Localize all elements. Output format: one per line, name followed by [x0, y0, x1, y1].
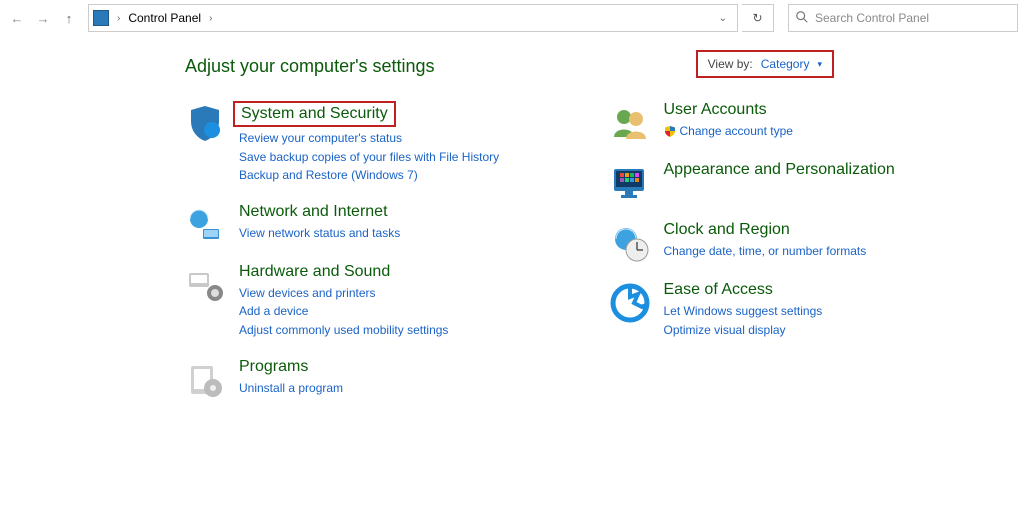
shield-icon [664, 124, 676, 143]
system-security-icon [185, 103, 225, 143]
category-system-security: System and Security Review your computer… [185, 101, 580, 185]
category-link[interactable]: Change account type [664, 122, 793, 143]
chevron-right-icon[interactable]: › [207, 13, 214, 24]
category-title-ease-of-access[interactable]: Ease of Access [664, 281, 773, 299]
chevron-down-icon[interactable]: ▾ [817, 59, 822, 70]
category-appearance-personalization: Appearance and Personalization [610, 161, 1005, 203]
category-title-appearance[interactable]: Appearance and Personalization [664, 161, 895, 179]
category-title-programs[interactable]: Programs [239, 358, 308, 376]
category-link[interactable]: Optimize visual display [664, 321, 823, 340]
category-link[interactable]: Uninstall a program [239, 379, 343, 398]
category-link[interactable]: Save backup copies of your files with Fi… [239, 148, 499, 167]
category-link[interactable]: Backup and Restore (Windows 7) [239, 166, 499, 185]
category-title-clock-region[interactable]: Clock and Region [664, 221, 790, 239]
search-icon [795, 10, 809, 27]
category-link[interactable]: Let Windows suggest settings [664, 302, 823, 321]
category-ease-of-access: Ease of Access Let Windows suggest setti… [610, 281, 1005, 339]
chevron-right-icon[interactable]: › [115, 13, 122, 24]
category-user-accounts: User Accounts Change account type [610, 101, 1005, 143]
up-button[interactable]: ↑ [58, 7, 80, 29]
view-by-label: View by: [708, 57, 753, 71]
category-link[interactable]: View network status and tasks [239, 224, 400, 243]
view-by-value[interactable]: Category [761, 57, 810, 71]
category-title-hardware-sound[interactable]: Hardware and Sound [239, 263, 390, 281]
programs-icon [185, 360, 225, 400]
nav-bar: ← → ↑ › Control Panel › ⌄ ↻ [0, 0, 1024, 36]
hardware-sound-icon [185, 265, 225, 305]
breadcrumb-root[interactable]: Control Panel [128, 11, 201, 25]
back-button[interactable]: ← [6, 7, 28, 29]
clock-region-icon [610, 223, 650, 263]
page-title: Adjust your computer's settings [185, 56, 1004, 77]
category-column-right: User Accounts Change account type Appear… [610, 101, 1005, 418]
category-link[interactable]: Adjust commonly used mobility settings [239, 321, 448, 340]
category-hardware-sound: Hardware and Sound View devices and prin… [185, 263, 580, 340]
refresh-button[interactable]: ↻ [742, 4, 774, 32]
category-network-internet: Network and Internet View network status… [185, 203, 580, 245]
category-column-left: System and Security Review your computer… [185, 101, 580, 418]
category-link[interactable]: Review your computer's status [239, 129, 499, 148]
view-by-selector[interactable]: View by: Category ▾ [696, 50, 834, 78]
control-panel-icon [93, 10, 109, 26]
search-input[interactable] [815, 11, 1011, 25]
search-box[interactable] [788, 4, 1018, 32]
appearance-personalization-icon [610, 163, 650, 203]
forward-button[interactable]: → [32, 7, 54, 29]
category-link[interactable]: View devices and printers [239, 284, 448, 303]
category-link[interactable]: Change date, time, or number formats [664, 242, 867, 261]
network-internet-icon [185, 205, 225, 245]
category-title-user-accounts[interactable]: User Accounts [664, 101, 767, 119]
category-programs: Programs Uninstall a program [185, 358, 580, 400]
address-bar[interactable]: › Control Panel › ⌄ [88, 4, 738, 32]
category-clock-region: Clock and Region Change date, time, or n… [610, 221, 1005, 263]
user-accounts-icon [610, 103, 650, 143]
category-link[interactable]: Add a device [239, 302, 448, 321]
chevron-down-icon[interactable]: ⌄ [713, 13, 733, 24]
category-link-text: Change account type [680, 124, 793, 138]
category-title-system-security[interactable]: System and Security [233, 101, 396, 127]
category-title-network-internet[interactable]: Network and Internet [239, 203, 388, 221]
ease-of-access-icon [610, 283, 650, 323]
